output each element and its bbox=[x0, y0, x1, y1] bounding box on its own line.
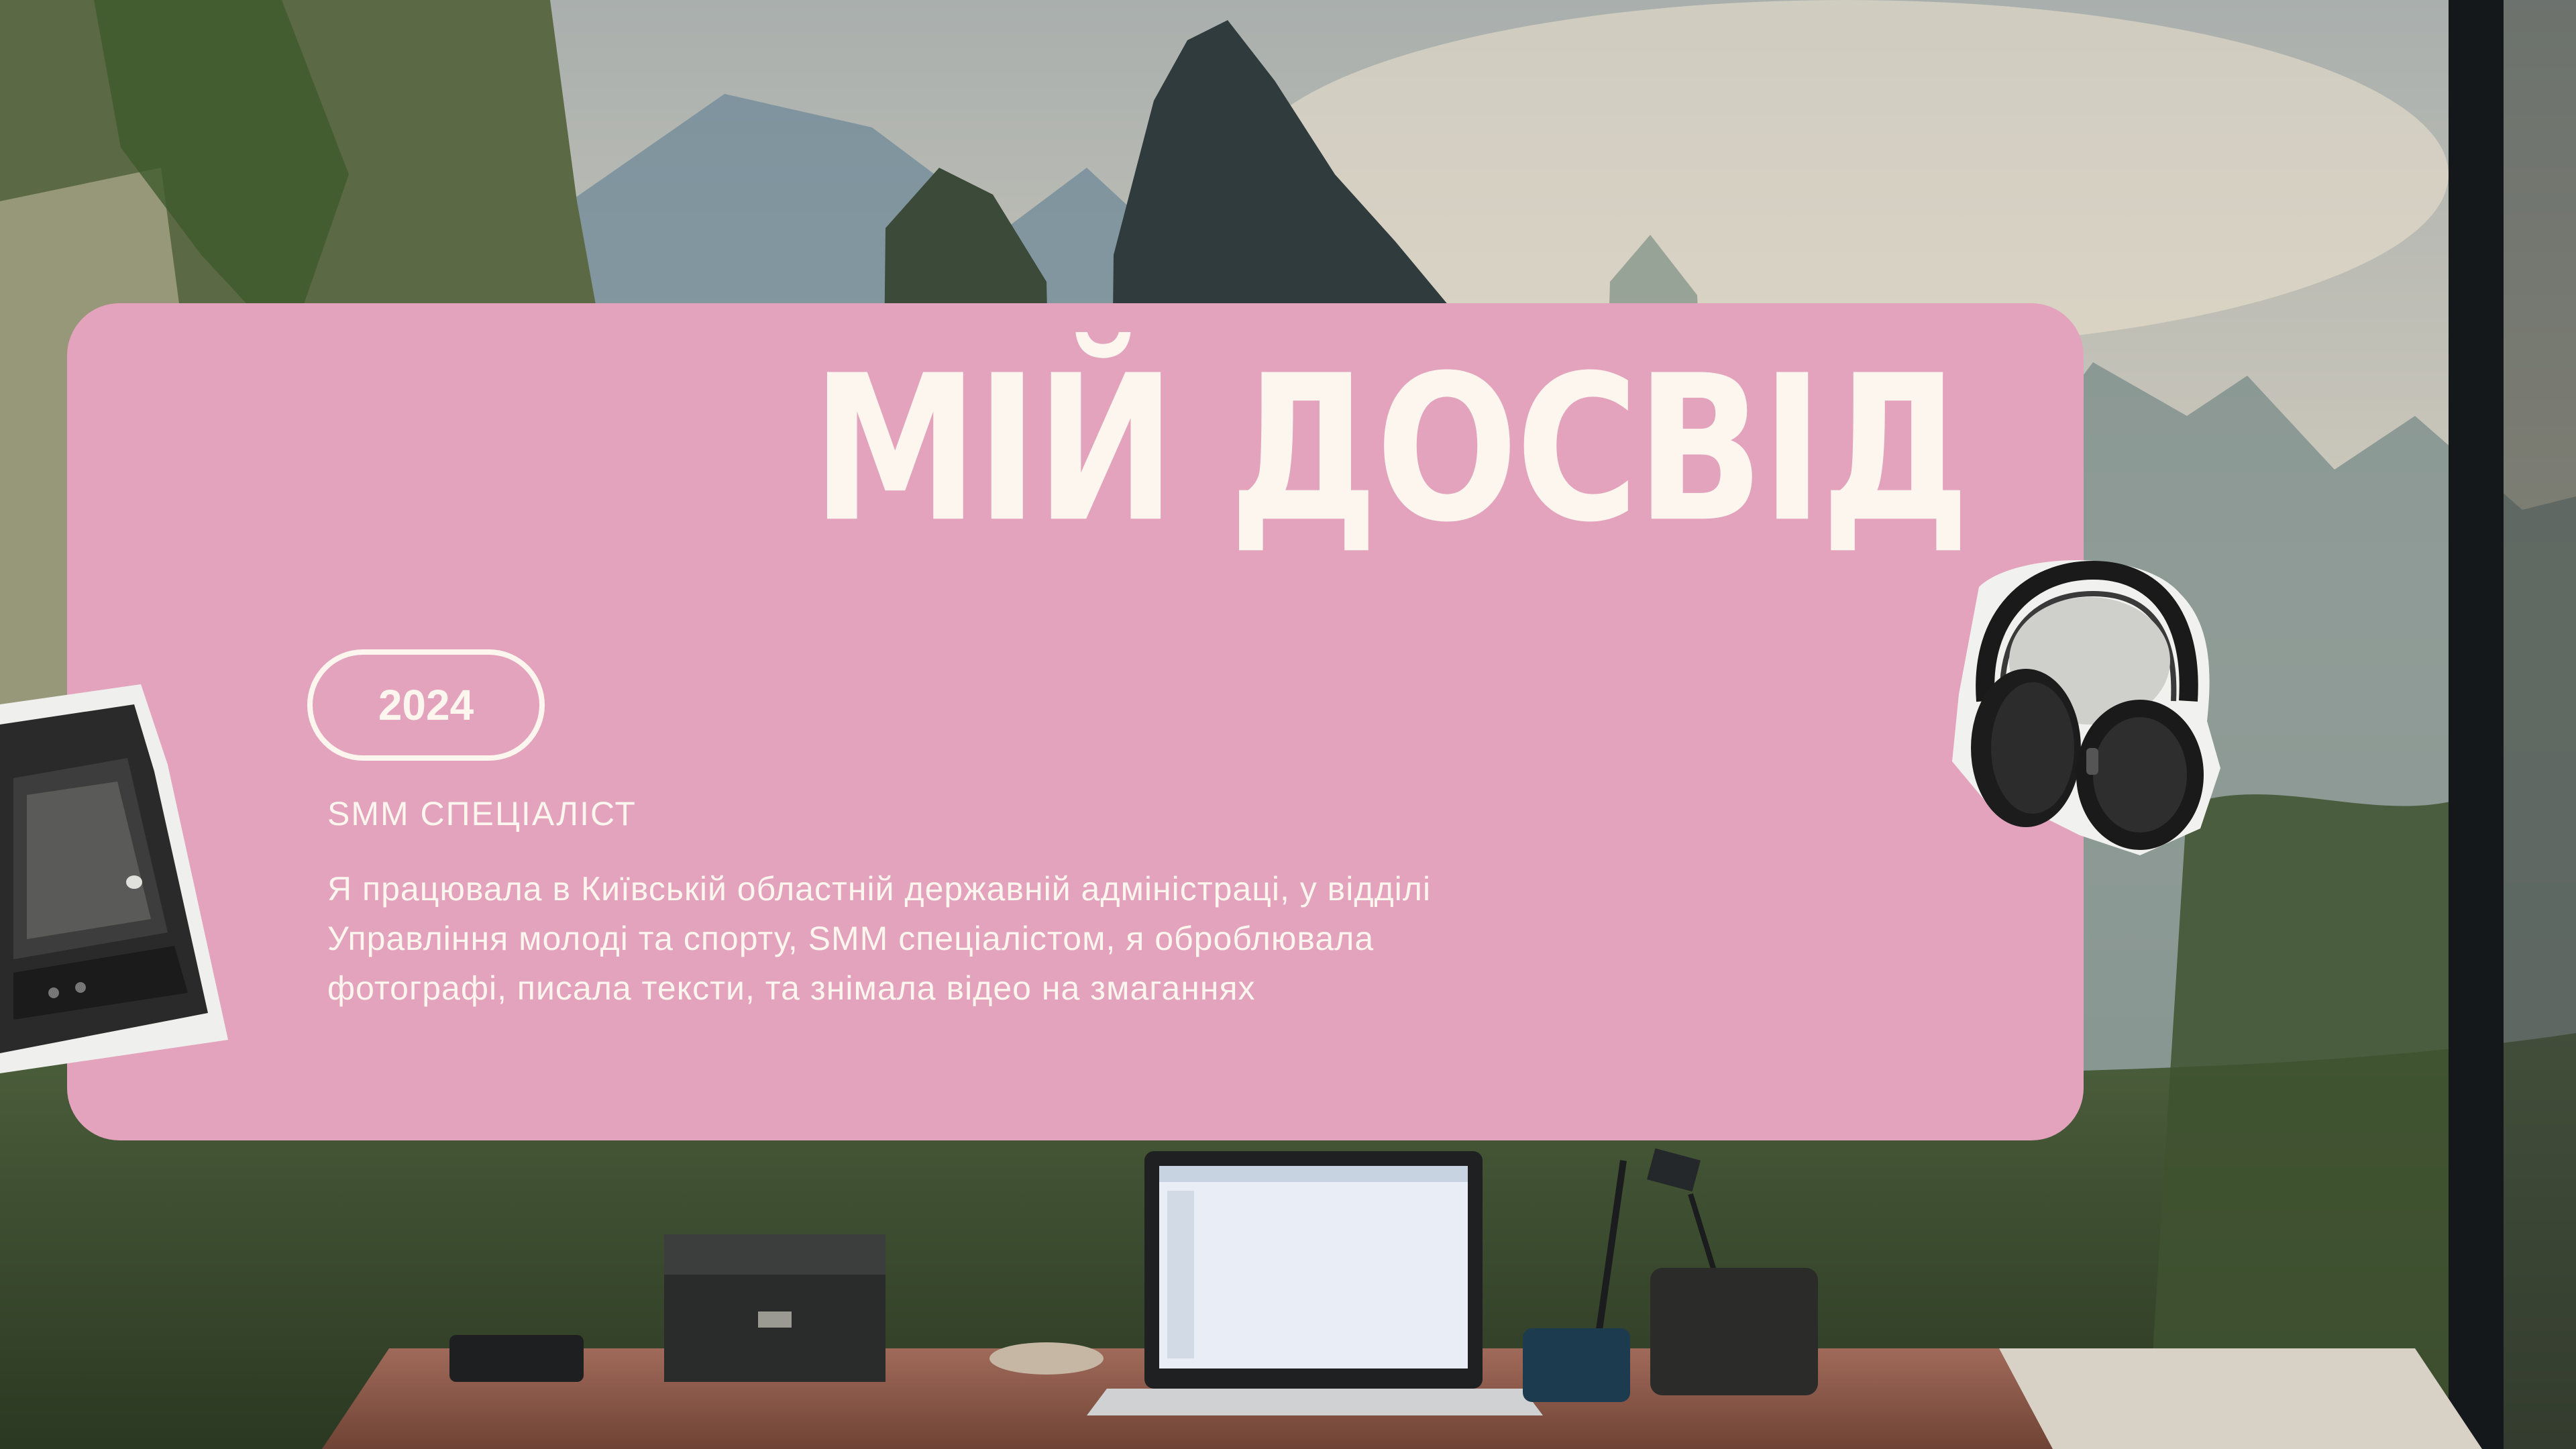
year-badge: 2024 bbox=[307, 649, 545, 761]
job-role-label: SMM СПЕЦІАЛІСТ bbox=[327, 795, 637, 833]
page-title: МІЙ ДОСВІД bbox=[812, 331, 1970, 566]
headphones-icon bbox=[1952, 560, 2220, 855]
job-description: Я працювала в Київській областній держав… bbox=[327, 870, 1432, 1007]
retro-tv-icon bbox=[0, 684, 228, 1073]
slide: МІЙ ДОСВІД 2024 SMM СПЕЦІАЛІСТ Я працюва… bbox=[0, 0, 2576, 1449]
